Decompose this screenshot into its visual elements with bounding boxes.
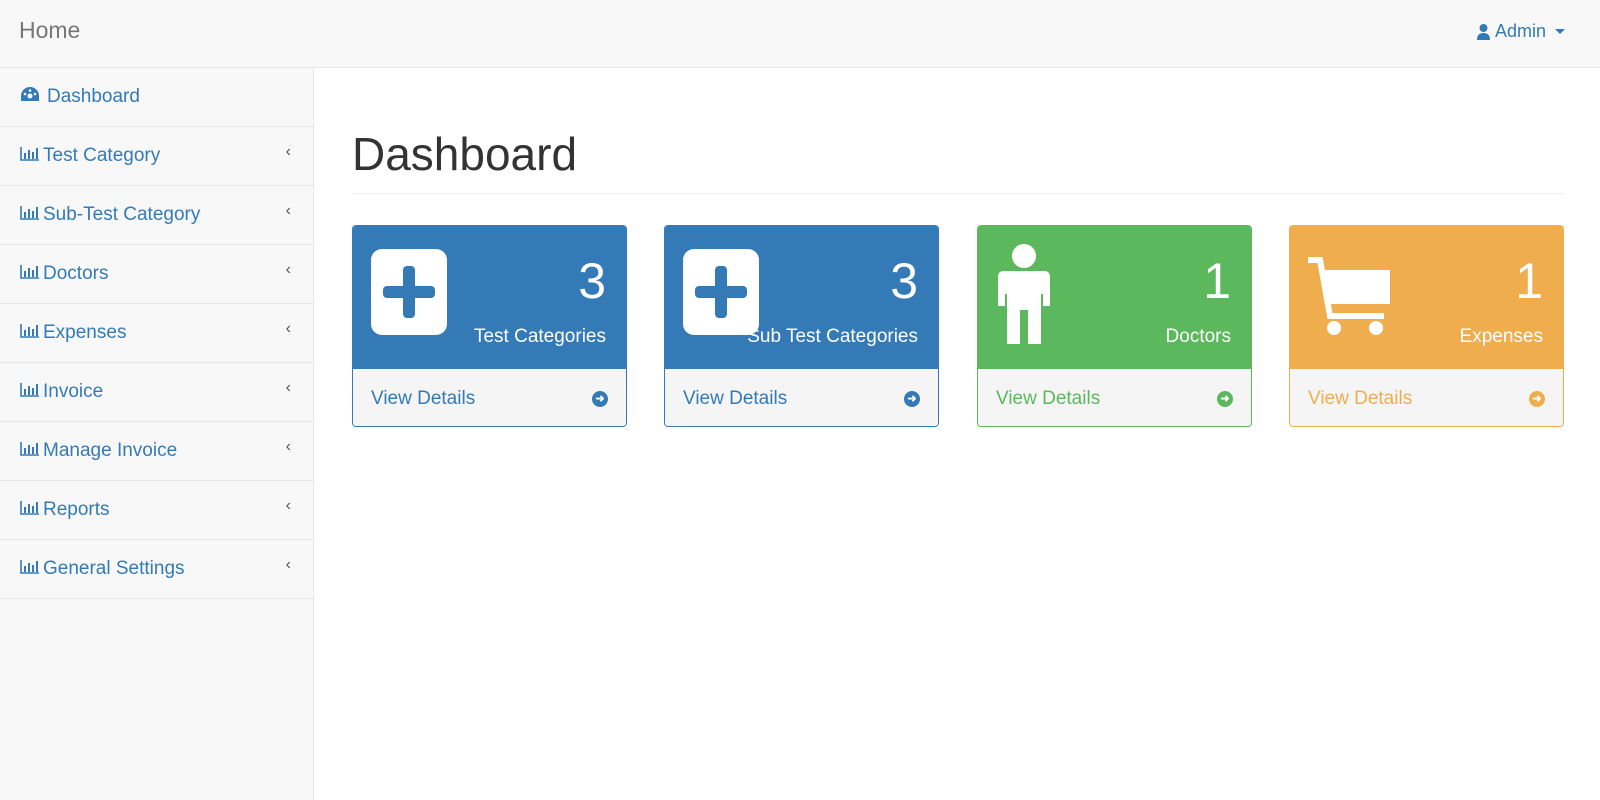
bar-chart-icon — [20, 145, 39, 167]
brand-home-link[interactable]: Home — [19, 17, 80, 44]
card-label: Test Categories — [473, 326, 606, 347]
card-header: 1 Doctors — [978, 226, 1251, 369]
bar-chart-icon — [20, 558, 39, 580]
bar-chart-icon — [20, 204, 39, 226]
arrow-circle-right-icon: ➜ — [904, 390, 920, 407]
card-label: Expenses — [1459, 326, 1543, 347]
sidebar-item-label: Doctors — [43, 263, 109, 284]
view-details-label: View Details — [1308, 387, 1413, 409]
sidebar-item-sub-test-category[interactable]: Sub-Test Category ‹ — [0, 186, 313, 245]
caret-down-icon — [1555, 29, 1565, 34]
sidebar-item-label: Sub-Test Category — [43, 204, 201, 225]
admin-label: Admin — [1494, 21, 1546, 41]
main-content: Dashboard 3 Test Categories View Details ➜ 3… — [352, 68, 1564, 427]
bar-chart-icon — [20, 499, 39, 521]
bar-chart-icon — [20, 440, 39, 462]
sidebar-item-dashboard[interactable]: Dashboard — [0, 68, 313, 127]
arrow-circle-right-icon: ➜ — [1529, 390, 1545, 407]
card-header: 1 Expenses — [1290, 226, 1563, 369]
sidebar-item-expenses[interactable]: Expenses ‹ — [0, 304, 313, 363]
chevron-left-icon[interactable]: ‹ — [286, 379, 291, 397]
card-sub-test-categories: 3 Sub Test Categories View Details ➜ — [664, 225, 939, 427]
chevron-left-icon[interactable]: ‹ — [286, 320, 291, 338]
sidebar-item-label: Dashboard — [47, 86, 140, 107]
sidebar-item-label: Reports — [43, 499, 110, 520]
card-count: 1 — [1203, 253, 1231, 309]
card-count: 3 — [890, 253, 918, 309]
card-label: Sub Test Categories — [747, 326, 918, 347]
sidebar-item-manage-invoice[interactable]: Manage Invoice ‹ — [0, 422, 313, 481]
sidebar-item-label: Expenses — [43, 322, 127, 343]
card-doctors: 1 Doctors View Details ➜ — [977, 225, 1252, 427]
navbar: Home Admin — [0, 0, 1600, 68]
plus-square-icon — [371, 249, 447, 340]
arrow-circle-right-icon: ➜ — [592, 390, 608, 407]
view-details-link[interactable]: View Details ➜ — [1290, 369, 1563, 426]
sidebar-item-label: Manage Invoice — [43, 440, 178, 461]
sidebar-item-doctors[interactable]: Doctors ‹ — [0, 245, 313, 304]
sidebar-item-label: General Settings — [43, 558, 185, 579]
user-icon — [1476, 23, 1490, 40]
sidebar-item-label: Invoice — [43, 381, 104, 402]
dashboard-icon — [20, 86, 40, 108]
sidebar-item-general-settings[interactable]: General Settings ‹ — [0, 540, 313, 599]
view-details-link[interactable]: View Details ➜ — [978, 369, 1251, 426]
shopping-cart-icon — [1308, 256, 1392, 343]
sidebar-item-reports[interactable]: Reports ‹ — [0, 481, 313, 540]
chevron-left-icon[interactable]: ‹ — [286, 143, 291, 161]
view-details-label: View Details — [996, 387, 1101, 409]
sidebar: Dashboard Test Category ‹ Sub-Test Category… — [0, 68, 314, 800]
card-header: 3 Sub Test Categories — [665, 226, 938, 369]
card-test-categories: 3 Test Categories View Details ➜ — [352, 225, 627, 427]
bar-chart-icon — [20, 322, 39, 344]
chevron-left-icon[interactable]: ‹ — [286, 497, 291, 515]
view-details-label: View Details — [683, 387, 788, 409]
chevron-left-icon[interactable]: ‹ — [286, 556, 291, 574]
card-count: 3 — [578, 253, 606, 309]
sidebar-item-label: Test Category — [43, 145, 161, 166]
user-icon — [998, 244, 1050, 349]
page-title: Dashboard — [352, 127, 1564, 194]
view-details-link[interactable]: View Details ➜ — [665, 369, 938, 426]
view-details-link[interactable]: View Details ➜ — [353, 369, 626, 426]
sidebar-item-invoice[interactable]: Invoice ‹ — [0, 363, 313, 422]
view-details-label: View Details — [371, 387, 476, 409]
arrow-circle-right-icon: ➜ — [1217, 390, 1233, 407]
card-label: Doctors — [1165, 326, 1231, 347]
chevron-left-icon[interactable]: ‹ — [286, 202, 291, 220]
bar-chart-icon — [20, 263, 39, 285]
sidebar-item-test-category[interactable]: Test Category ‹ — [0, 127, 313, 186]
card-header: 3 Test Categories — [353, 226, 626, 369]
card-expenses: 1 Expenses View Details ➜ — [1289, 225, 1564, 427]
admin-dropdown[interactable]: Admin — [1476, 21, 1565, 42]
card-count: 1 — [1515, 253, 1543, 309]
chevron-left-icon[interactable]: ‹ — [286, 261, 291, 279]
chevron-left-icon[interactable]: ‹ — [286, 438, 291, 456]
bar-chart-icon — [20, 381, 39, 403]
